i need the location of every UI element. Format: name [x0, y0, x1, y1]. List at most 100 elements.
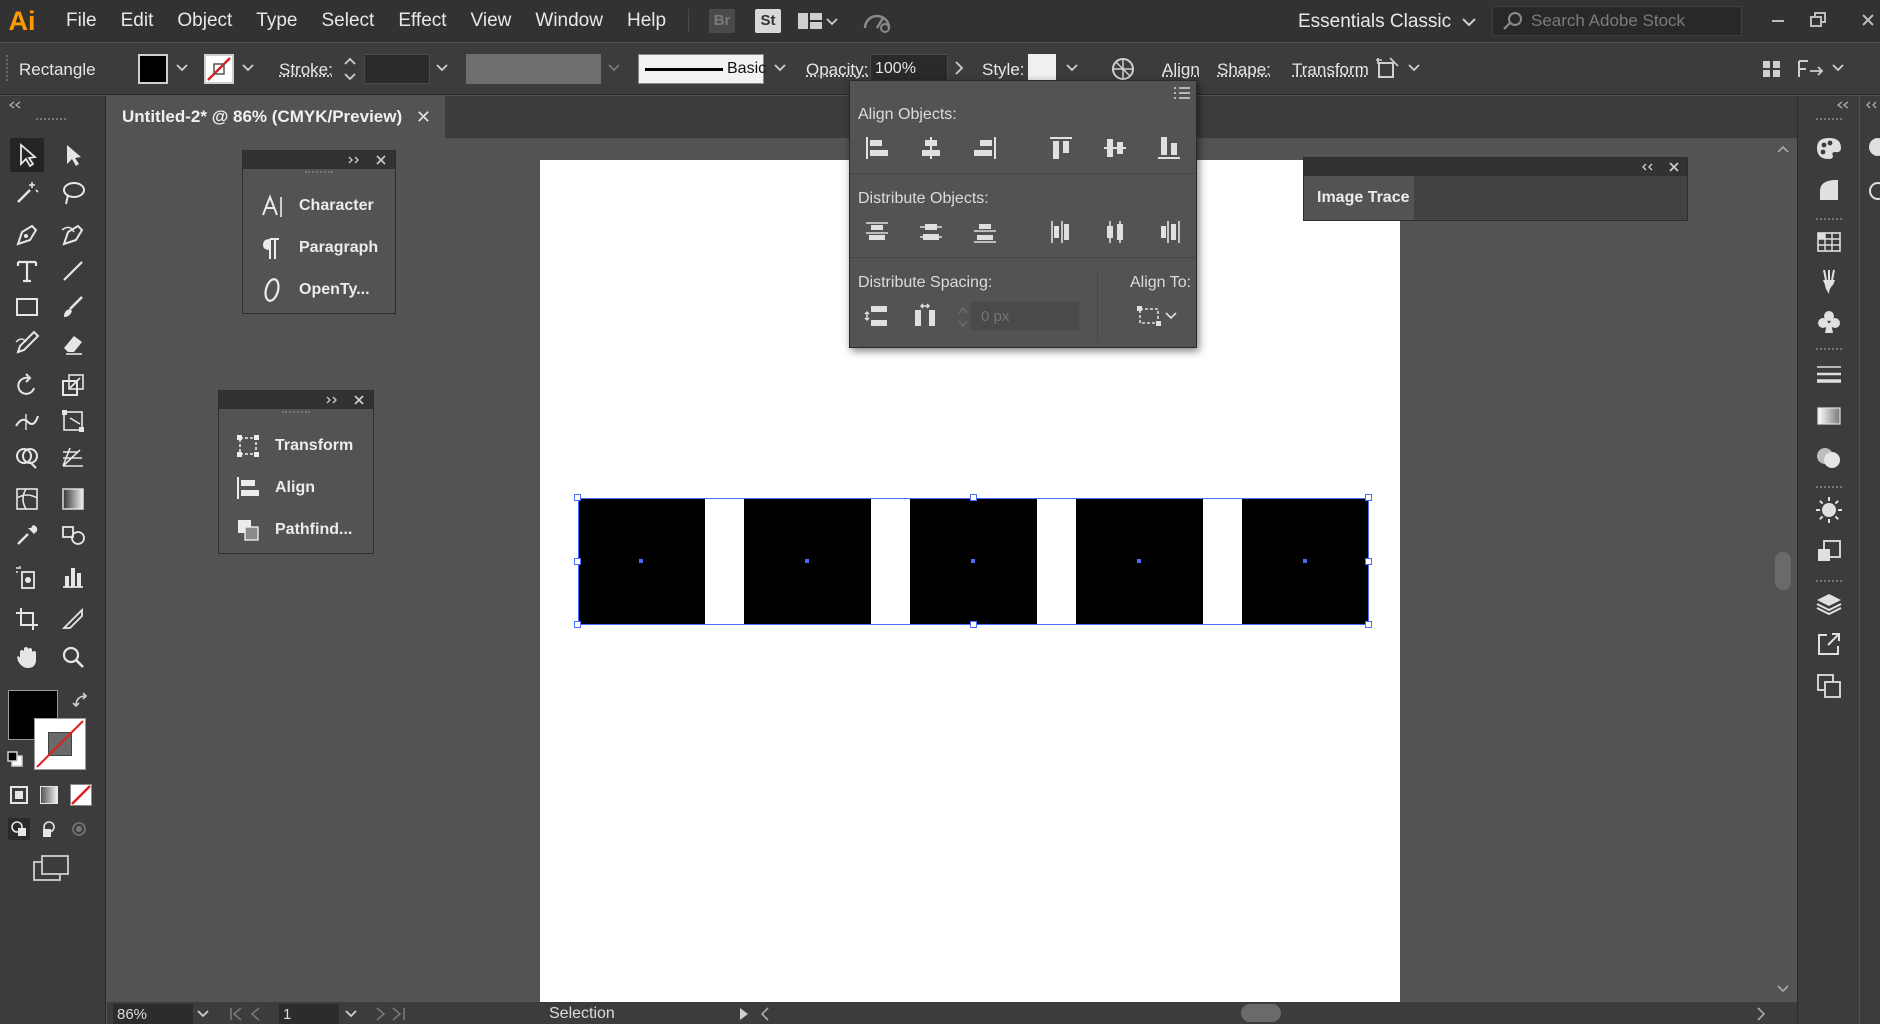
- transform-link[interactable]: Transform: [1292, 60, 1369, 80]
- fill-swatch[interactable]: [138, 54, 168, 84]
- swap-colors-icon[interactable]: [72, 692, 90, 710]
- draw-behind-icon[interactable]: [38, 818, 60, 840]
- artboard-number-field[interactable]: 1: [279, 1004, 339, 1024]
- menu-view[interactable]: View: [459, 10, 524, 32]
- chevron-right-icon[interactable]: [952, 59, 966, 77]
- chevron-down-icon[interactable]: [1406, 61, 1422, 75]
- align-panel-button[interactable]: Align: [219, 467, 373, 509]
- paintbrush-tool[interactable]: [56, 290, 90, 324]
- column-graph-tool[interactable]: [56, 560, 90, 594]
- handle-bottom-center[interactable]: [970, 621, 977, 628]
- horizontal-align-left-button[interactable]: [862, 133, 892, 163]
- handle-middle-right[interactable]: [1365, 558, 1372, 565]
- character-panel-button[interactable]: Character: [243, 185, 395, 227]
- chevron-down-icon[interactable]: [1064, 61, 1080, 75]
- handle-top-center[interactable]: [970, 494, 977, 501]
- artboards-panel-button[interactable]: [1813, 670, 1845, 702]
- zoom-tool[interactable]: [56, 640, 90, 674]
- panel-header[interactable]: [219, 391, 373, 409]
- menu-object[interactable]: Object: [165, 10, 244, 32]
- none-mode-button[interactable]: [70, 784, 92, 806]
- transparency-panel-button[interactable]: [1813, 442, 1845, 474]
- chevron-down-icon[interactable]: [434, 61, 450, 75]
- gradient-panel-button[interactable]: [1813, 400, 1845, 432]
- color-guide-panel-button[interactable]: [1813, 174, 1845, 206]
- pen-tool[interactable]: [10, 218, 44, 252]
- menu-type[interactable]: Type: [244, 10, 309, 32]
- tools-grip[interactable]: [36, 118, 66, 122]
- vertical-scrollbar[interactable]: [1770, 138, 1796, 1002]
- variable-width-profile[interactable]: [466, 54, 601, 84]
- zoom-field[interactable]: 86%: [113, 1004, 193, 1024]
- opacity-label[interactable]: Opacity:: [806, 60, 868, 80]
- panel-header[interactable]: [243, 151, 395, 169]
- stock-search-box[interactable]: [1492, 6, 1742, 36]
- horizontal-align-center-button[interactable]: [916, 133, 946, 163]
- rectangle-tool[interactable]: [10, 290, 44, 324]
- close-icon[interactable]: [1668, 161, 1680, 173]
- chevron-down-icon[interactable]: [772, 61, 788, 75]
- align-panel-icon[interactable]: [1760, 57, 1784, 81]
- shape-link[interactable]: Shape:: [1217, 60, 1271, 80]
- scroll-up-icon[interactable]: [1776, 144, 1790, 154]
- stroke-dropdown-icon[interactable]: [240, 61, 256, 75]
- artboard-tool[interactable]: [10, 602, 44, 636]
- menu-window[interactable]: Window: [523, 10, 615, 32]
- handle-bottom-right[interactable]: [1365, 621, 1372, 628]
- mesh-tool[interactable]: [10, 482, 44, 516]
- hyphen-options-icon[interactable]: [1796, 57, 1826, 81]
- scroll-left-icon[interactable]: [759, 1006, 771, 1022]
- spacing-input[interactable]: [970, 301, 1080, 331]
- status-menu-icon[interactable]: [737, 1006, 751, 1022]
- vertical-distribute-top-button[interactable]: [862, 217, 892, 247]
- panel-header[interactable]: [1304, 158, 1687, 176]
- collapse-panel-icon[interactable]: [1834, 100, 1854, 110]
- expand-panel-icon[interactable]: [325, 395, 339, 405]
- stroke-panel-button[interactable]: [1813, 358, 1845, 390]
- magic-wand-tool[interactable]: [10, 176, 44, 210]
- chevron-down-icon[interactable]: [1830, 61, 1846, 75]
- screen-mode-icon[interactable]: [32, 854, 70, 884]
- horizontal-distribute-left-button[interactable]: [1046, 217, 1076, 247]
- vertical-align-top-button[interactable]: [1046, 133, 1076, 163]
- scroll-thumb[interactable]: [1775, 552, 1791, 590]
- close-window-button[interactable]: [1852, 6, 1880, 34]
- collapse-panel-icon[interactable]: [1640, 162, 1654, 172]
- line-segment-tool[interactable]: [56, 254, 90, 288]
- arrange-documents-button[interactable]: [797, 11, 841, 31]
- partial-dock-icon[interactable]: [1862, 178, 1880, 204]
- direct-selection-tool[interactable]: [56, 138, 90, 172]
- recolor-artwork-icon[interactable]: [1110, 56, 1136, 82]
- close-icon[interactable]: [353, 394, 365, 406]
- handle-middle-left[interactable]: [574, 558, 581, 565]
- curvature-tool[interactable]: [56, 218, 90, 252]
- brushes-panel-button[interactable]: [1813, 266, 1845, 298]
- menu-help[interactable]: Help: [615, 10, 678, 32]
- selection-tool[interactable]: [10, 138, 44, 172]
- eraser-tool[interactable]: [56, 326, 90, 360]
- layers-panel-button[interactable]: [1813, 588, 1845, 620]
- menu-effect[interactable]: Effect: [386, 10, 458, 32]
- rotate-tool[interactable]: [10, 368, 44, 402]
- chevron-down-icon[interactable]: [195, 1007, 211, 1021]
- gpu-performance-button[interactable]: [861, 8, 893, 34]
- horizontal-align-right-button[interactable]: [970, 133, 1000, 163]
- expand-panel-icon[interactable]: [347, 155, 361, 165]
- draw-inside-icon[interactable]: [68, 818, 90, 840]
- brush-definition-select[interactable]: Basic: [638, 54, 766, 84]
- artboard-next-icons[interactable]: [373, 1006, 413, 1022]
- collapse-panel-icon[interactable]: [6, 100, 26, 110]
- pathfinder-panel-button[interactable]: Pathfind...: [219, 509, 373, 551]
- handle-top-right[interactable]: [1365, 494, 1372, 501]
- opentype-panel-button[interactable]: OpenTy...: [243, 269, 395, 311]
- image-trace-tab[interactable]: Image Trace: [1304, 176, 1414, 220]
- horizontal-distribute-space-button[interactable]: [910, 301, 940, 331]
- close-icon[interactable]: [375, 154, 387, 166]
- document-tab[interactable]: Untitled-2* @ 86% (CMYK/Preview) ✕: [107, 96, 445, 138]
- slice-tool[interactable]: [56, 602, 90, 636]
- handle-top-left[interactable]: [574, 494, 581, 501]
- bridge-button[interactable]: Br: [709, 9, 736, 33]
- menu-select[interactable]: Select: [310, 10, 387, 32]
- search-input[interactable]: [1531, 11, 1731, 31]
- minimize-button[interactable]: [1762, 6, 1794, 34]
